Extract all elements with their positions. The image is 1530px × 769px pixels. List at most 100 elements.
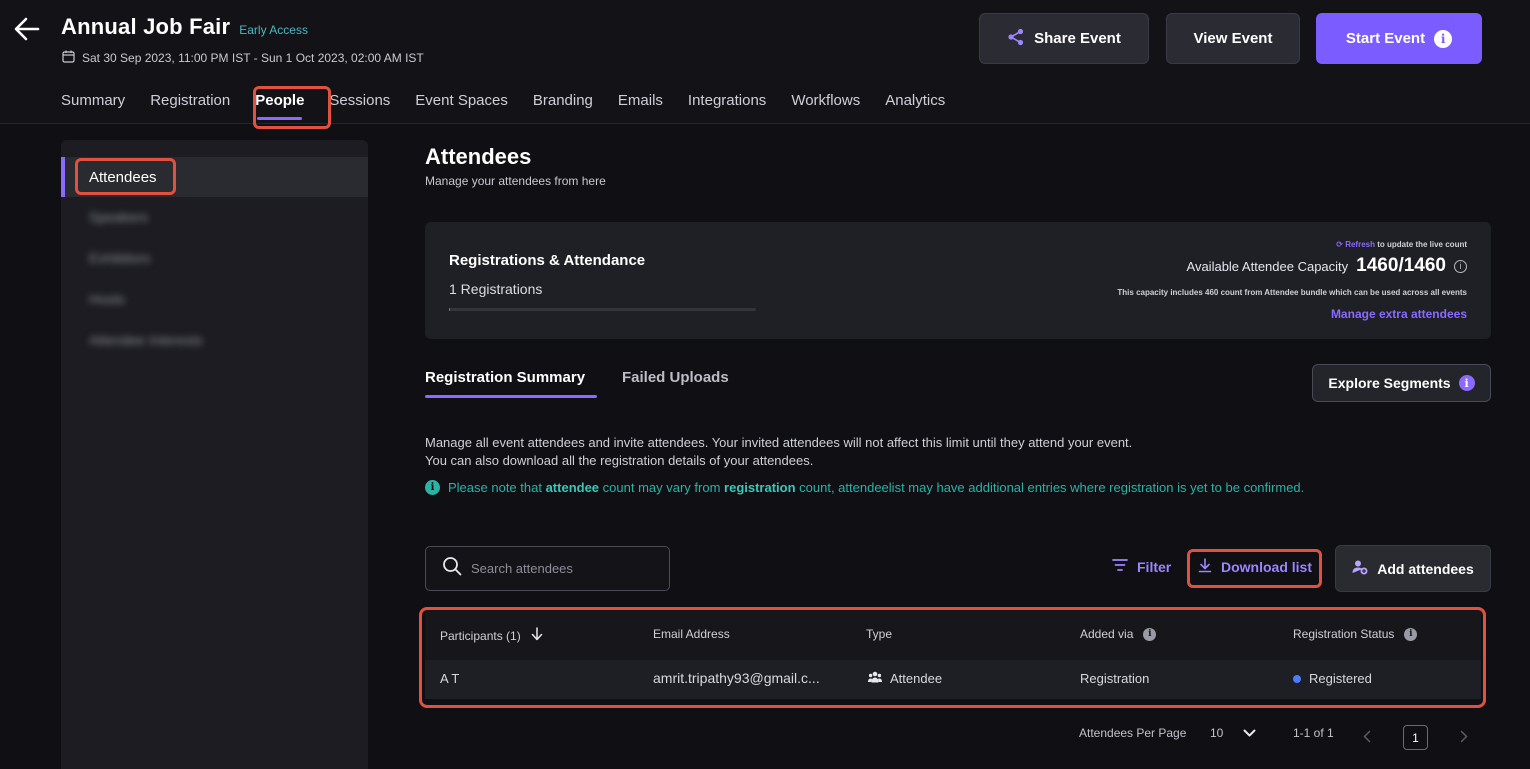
info-icon: i bbox=[1434, 29, 1453, 48]
info-icon: i bbox=[425, 480, 440, 495]
column-label: Type bbox=[866, 627, 893, 641]
table-row[interactable]: A T amrit.tripathy93@gmail.c... Attendee… bbox=[425, 660, 1481, 699]
tab-sessions[interactable]: Sessions bbox=[329, 92, 390, 109]
manage-extra-attendees-link[interactable]: Manage extra attendees bbox=[1331, 307, 1467, 321]
download-list-button[interactable]: Download list bbox=[1198, 558, 1312, 576]
share-icon bbox=[1007, 28, 1025, 50]
chevron-right-icon[interactable] bbox=[1460, 730, 1468, 743]
sidebar-item-label: Attendees bbox=[89, 168, 157, 186]
column-label: Added via bbox=[1080, 627, 1134, 641]
view-event-label: View Event bbox=[1193, 30, 1273, 47]
info-icon: i bbox=[1458, 375, 1475, 391]
registration-count: 1 Registrations bbox=[449, 281, 543, 297]
attendee-count-note: i Please note that attendee count may va… bbox=[425, 480, 1304, 495]
add-user-icon bbox=[1352, 559, 1368, 578]
participant-name: A T bbox=[440, 671, 460, 686]
description-line: Manage all event attendees and invite at… bbox=[425, 435, 1133, 450]
tab-registration-summary[interactable]: Registration Summary bbox=[425, 369, 585, 386]
per-page-label: Attendees Per Page bbox=[1079, 726, 1187, 740]
column-added-via: Added via i bbox=[1080, 627, 1157, 641]
top-header: Annual Job Fair Early Access Sat 30 Sep … bbox=[0, 0, 1530, 124]
participant-added-via: Registration bbox=[1080, 671, 1150, 686]
download-icon bbox=[1198, 558, 1212, 576]
sidebar-item-exhibitors[interactable]: Exhibitors bbox=[61, 238, 368, 278]
early-access-badge: Early Access bbox=[239, 23, 308, 37]
column-participants[interactable]: Participants (1) bbox=[440, 627, 543, 644]
sidebar-item-speakers[interactable]: Speakers bbox=[61, 197, 368, 237]
filter-icon bbox=[1112, 558, 1128, 575]
tab-emails[interactable]: Emails bbox=[618, 92, 663, 109]
page-range: 1-1 of 1 bbox=[1293, 726, 1334, 740]
registration-progress-fill bbox=[449, 308, 450, 311]
search-input[interactable] bbox=[471, 561, 651, 576]
event-date-row: Sat 30 Sep 2023, 11:00 PM IST - Sun 1 Oc… bbox=[62, 50, 424, 66]
search-box[interactable] bbox=[425, 546, 670, 591]
capacity-note: This capacity includes 460 count from At… bbox=[1117, 288, 1467, 297]
tab-analytics[interactable]: Analytics bbox=[885, 92, 945, 109]
type-label: Attendee bbox=[890, 671, 943, 686]
column-registration-status: Registration Status i bbox=[1293, 627, 1418, 641]
active-tab-underline bbox=[257, 117, 303, 120]
status-label: Registered bbox=[1309, 671, 1372, 686]
sidebar-item-hosts[interactable]: Hosts bbox=[61, 279, 368, 319]
sidebar-item-attendee-interests[interactable]: Attendee Interests bbox=[61, 320, 368, 360]
tab-registration[interactable]: Registration bbox=[150, 92, 230, 109]
registration-card-title: Registrations & Attendance bbox=[449, 252, 646, 269]
sidebar-item-label: Attendee Interests bbox=[89, 332, 203, 348]
note-text: Please note that attendee count may vary… bbox=[448, 480, 1304, 495]
refresh-hint: ⟳ Refresh to update the live count bbox=[1336, 240, 1467, 249]
event-nav-tabs: Summary Registration People Sessions Eve… bbox=[61, 92, 970, 120]
calendar-icon bbox=[62, 50, 75, 66]
share-event-label: Share Event bbox=[1034, 30, 1121, 47]
info-icon[interactable]: i bbox=[1404, 627, 1418, 641]
explore-segments-button[interactable]: Explore Segments i bbox=[1312, 364, 1491, 402]
view-event-button[interactable]: View Event bbox=[1166, 13, 1300, 64]
back-arrow-icon[interactable] bbox=[12, 14, 42, 44]
share-event-button[interactable]: Share Event bbox=[979, 13, 1149, 64]
per-page-select[interactable]: 10 bbox=[1210, 726, 1256, 740]
tab-integrations[interactable]: Integrations bbox=[688, 92, 766, 109]
participant-type: Attendee bbox=[868, 671, 942, 686]
column-type: Type bbox=[866, 627, 892, 641]
event-title: Annual Job Fair bbox=[61, 14, 231, 39]
filter-button[interactable]: Filter bbox=[1112, 558, 1171, 575]
column-label: Email Address bbox=[653, 627, 730, 641]
sidebar-item-attendees[interactable]: Attendees bbox=[61, 157, 368, 197]
tab-branding[interactable]: Branding bbox=[533, 92, 593, 109]
column-label: Participants (1) bbox=[440, 628, 521, 643]
people-sidebar: Attendees Speakers Exhibitors Hosts Atte… bbox=[61, 140, 368, 769]
page-subtitle: Manage your attendees from here bbox=[425, 174, 606, 188]
participant-email: amrit.tripathy93@gmail.c... bbox=[653, 670, 820, 686]
tab-event-spaces[interactable]: Event Spaces bbox=[415, 92, 508, 109]
info-icon[interactable]: i bbox=[1143, 627, 1157, 641]
attendees-table: Participants (1) Email Address Type Adde… bbox=[425, 608, 1481, 699]
tab-people[interactable]: People bbox=[255, 92, 304, 120]
start-event-button[interactable]: Start Event i bbox=[1316, 13, 1482, 64]
search-icon bbox=[442, 556, 462, 581]
tab-summary[interactable]: Summary bbox=[61, 92, 125, 109]
event-title-row: Annual Job Fair Early Access bbox=[61, 14, 308, 40]
add-attendees-label: Add attendees bbox=[1377, 560, 1474, 577]
info-icon[interactable]: i bbox=[1454, 259, 1467, 273]
tab-failed-uploads[interactable]: Failed Uploads bbox=[622, 369, 729, 386]
description-line: You can also download all the registrati… bbox=[425, 453, 814, 468]
active-tab-underline bbox=[425, 395, 597, 398]
per-page-value: 10 bbox=[1210, 726, 1224, 740]
participant-status: Registered bbox=[1293, 671, 1372, 686]
refresh-text: to update the live count bbox=[1377, 240, 1467, 249]
explore-segments-label: Explore Segments bbox=[1328, 375, 1451, 391]
chevron-left-icon[interactable] bbox=[1363, 730, 1371, 743]
chevron-down-icon bbox=[1243, 726, 1256, 740]
refresh-link[interactable]: ⟳ Refresh bbox=[1336, 240, 1375, 249]
capacity-row: Available Attendee Capacity 1460/1460 i bbox=[1187, 255, 1467, 277]
refresh-link-label: Refresh bbox=[1345, 240, 1375, 249]
table-header: Participants (1) Email Address Type Adde… bbox=[425, 608, 1481, 660]
capacity-label: Available Attendee Capacity bbox=[1186, 258, 1349, 274]
attendees-description: Manage all event attendees and invite at… bbox=[425, 434, 1132, 470]
people-group-icon bbox=[868, 671, 882, 686]
sidebar-item-label: Speakers bbox=[89, 209, 149, 225]
add-attendees-button[interactable]: Add attendees bbox=[1335, 545, 1491, 592]
sort-arrow-down-icon[interactable] bbox=[531, 627, 543, 644]
page-number-button[interactable]: 1 bbox=[1403, 725, 1428, 750]
tab-workflows[interactable]: Workflows bbox=[791, 92, 860, 109]
